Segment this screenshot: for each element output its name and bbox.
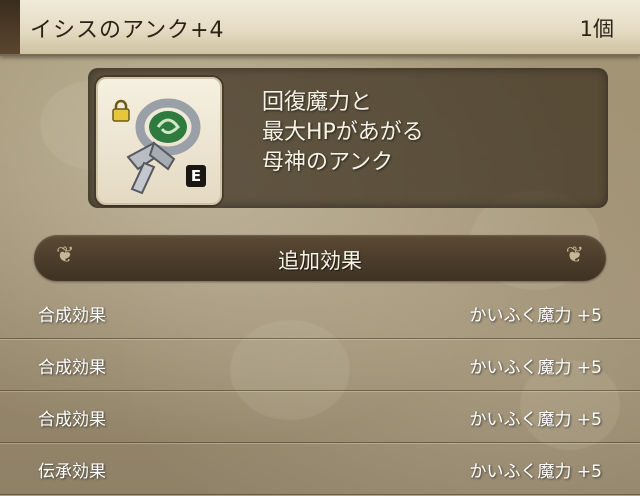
effect-row: 伝承効果 かいふく魔力 +5 bbox=[0, 442, 640, 495]
effect-value: かいふく魔力 +5 bbox=[469, 358, 602, 378]
flourish-right-icon: ❦ bbox=[565, 243, 584, 268]
effect-row: 合成効果 かいふく魔力 +5 bbox=[0, 286, 640, 339]
effect-type: 合成効果 bbox=[38, 358, 106, 378]
description-line: 母神のアンク bbox=[262, 150, 394, 175]
header-corner bbox=[0, 0, 20, 54]
description-line: 最大HPがあがる bbox=[262, 120, 424, 145]
effect-type: 合成効果 bbox=[38, 410, 106, 430]
item-description: 回復魔力と 最大HPがあがる 母神のアンク bbox=[262, 88, 424, 178]
effect-type: 伝承効果 bbox=[38, 462, 106, 482]
effect-value: かいふく魔力 +5 bbox=[469, 462, 602, 482]
effect-value: かいふく魔力 +5 bbox=[469, 410, 602, 430]
item-count: 1個 bbox=[579, 17, 614, 41]
item-name: イシスのアンク+4 bbox=[30, 18, 225, 43]
effect-row: 合成効果 かいふく魔力 +5 bbox=[0, 390, 640, 443]
effect-value: かいふく魔力 +5 bbox=[469, 306, 602, 326]
description-line: 回復魔力と bbox=[262, 90, 373, 115]
additional-effects-header: ❦ 追加効果 ❦ bbox=[34, 235, 606, 281]
effect-type: 合成効果 bbox=[38, 306, 106, 326]
item-header: イシスのアンク+4 1個 bbox=[0, 0, 640, 56]
equipped-badge: E bbox=[186, 165, 206, 187]
section-title: 追加効果 bbox=[278, 249, 362, 273]
effect-row: 合成効果 かいふく魔力 +5 bbox=[0, 338, 640, 391]
lock-icon bbox=[112, 99, 130, 122]
